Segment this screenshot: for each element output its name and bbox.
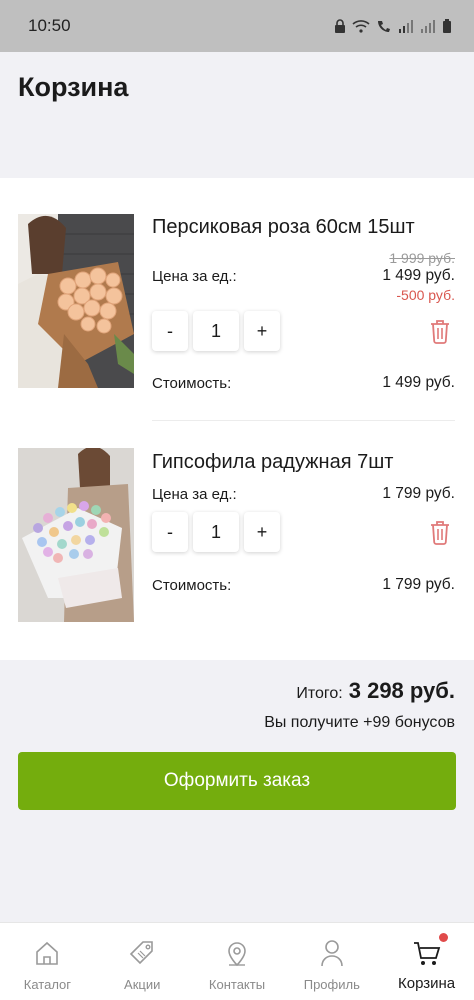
nav-label: Корзина <box>398 975 456 992</box>
nav-item-profile[interactable]: Профиль <box>284 923 379 1000</box>
notification-dot <box>438 933 448 942</box>
product-name[interactable]: Персиковая роза 60см 15шт <box>152 216 415 239</box>
status-icons <box>334 19 452 33</box>
page-title: Корзина <box>18 72 129 102</box>
header: Корзина <box>0 52 474 178</box>
status-time: 10:50 <box>28 16 71 35</box>
decrease-quantity-button[interactable]: - <box>152 512 188 552</box>
order-summary: Итого: 3 298 руб. Вы получите +99 бонусо… <box>0 660 474 920</box>
decrease-quantity-button[interactable]: - <box>152 311 188 351</box>
nav-label: Акции <box>124 977 161 992</box>
checkout-button[interactable]: Оформить заказ <box>18 752 456 810</box>
total-value: 3 298 руб. <box>348 678 455 703</box>
cart-icon <box>412 937 442 969</box>
cost-label: Стоимость: <box>152 375 232 392</box>
product-image[interactable] <box>18 448 134 622</box>
unit-price: 1 499 руб. <box>382 267 455 284</box>
tag-icon <box>127 937 157 969</box>
cost-label: Стоимость: <box>152 577 232 594</box>
cart-list: Персиковая роза 60см 15шт 1 999 руб. Цен… <box>0 178 474 660</box>
wifi-icon <box>352 20 370 33</box>
signal-icon <box>399 20 413 33</box>
increase-quantity-button[interactable]: + <box>244 311 280 351</box>
home-icon <box>32 937 62 969</box>
unit-price-label: Цена за ед.: <box>152 268 237 285</box>
nav-item-promotions[interactable]: Акции <box>95 923 190 1000</box>
location-pin-icon <box>222 937 252 969</box>
item-cost: 1 799 руб. <box>382 576 455 593</box>
bottom-nav: Каталог Акции Контакты Профиль Корзина <box>0 922 474 1000</box>
product-name[interactable]: Гипсофила радужная 7шт <box>152 451 393 474</box>
product-image[interactable] <box>18 214 134 388</box>
bonus-text: Вы получите +99 бонусов <box>264 714 455 731</box>
trash-icon[interactable] <box>428 318 452 344</box>
unit-price-label: Цена за ед.: <box>152 486 237 503</box>
total-label: Итого: <box>296 685 343 702</box>
lock-icon <box>335 19 345 33</box>
unit-price: 1 799 руб. <box>382 485 455 502</box>
battery-icon <box>443 19 451 33</box>
nav-label: Каталог <box>23 977 72 992</box>
quantity-value[interactable]: 1 <box>193 512 239 552</box>
call-icon <box>378 21 390 32</box>
cart-item: Персиковая роза 60см 15шт 1 999 руб. Цен… <box>0 178 474 421</box>
nav-item-contacts[interactable]: Контакты <box>190 923 285 1000</box>
old-price: 1 999 руб. <box>389 250 455 266</box>
discount: -500 руб. <box>396 287 455 303</box>
item-cost: 1 499 руб. <box>382 374 455 391</box>
cart-item: Гипсофила радужная 7шт Цена за ед.: 1 79… <box>0 421 474 660</box>
status-bar: 10:50 <box>0 0 474 52</box>
signal-icon-2 <box>421 20 435 33</box>
user-icon <box>317 937 347 969</box>
total-line: Итого: 3 298 руб. <box>296 678 455 704</box>
quantity-value[interactable]: 1 <box>193 311 239 351</box>
nav-label: Контакты <box>208 977 266 992</box>
increase-quantity-button[interactable]: + <box>244 512 280 552</box>
nav-item-cart[interactable]: Корзина <box>379 923 474 1000</box>
nav-item-catalog[interactable]: Каталог <box>0 923 95 1000</box>
nav-label: Профиль <box>303 977 360 992</box>
trash-icon[interactable] <box>428 519 452 545</box>
